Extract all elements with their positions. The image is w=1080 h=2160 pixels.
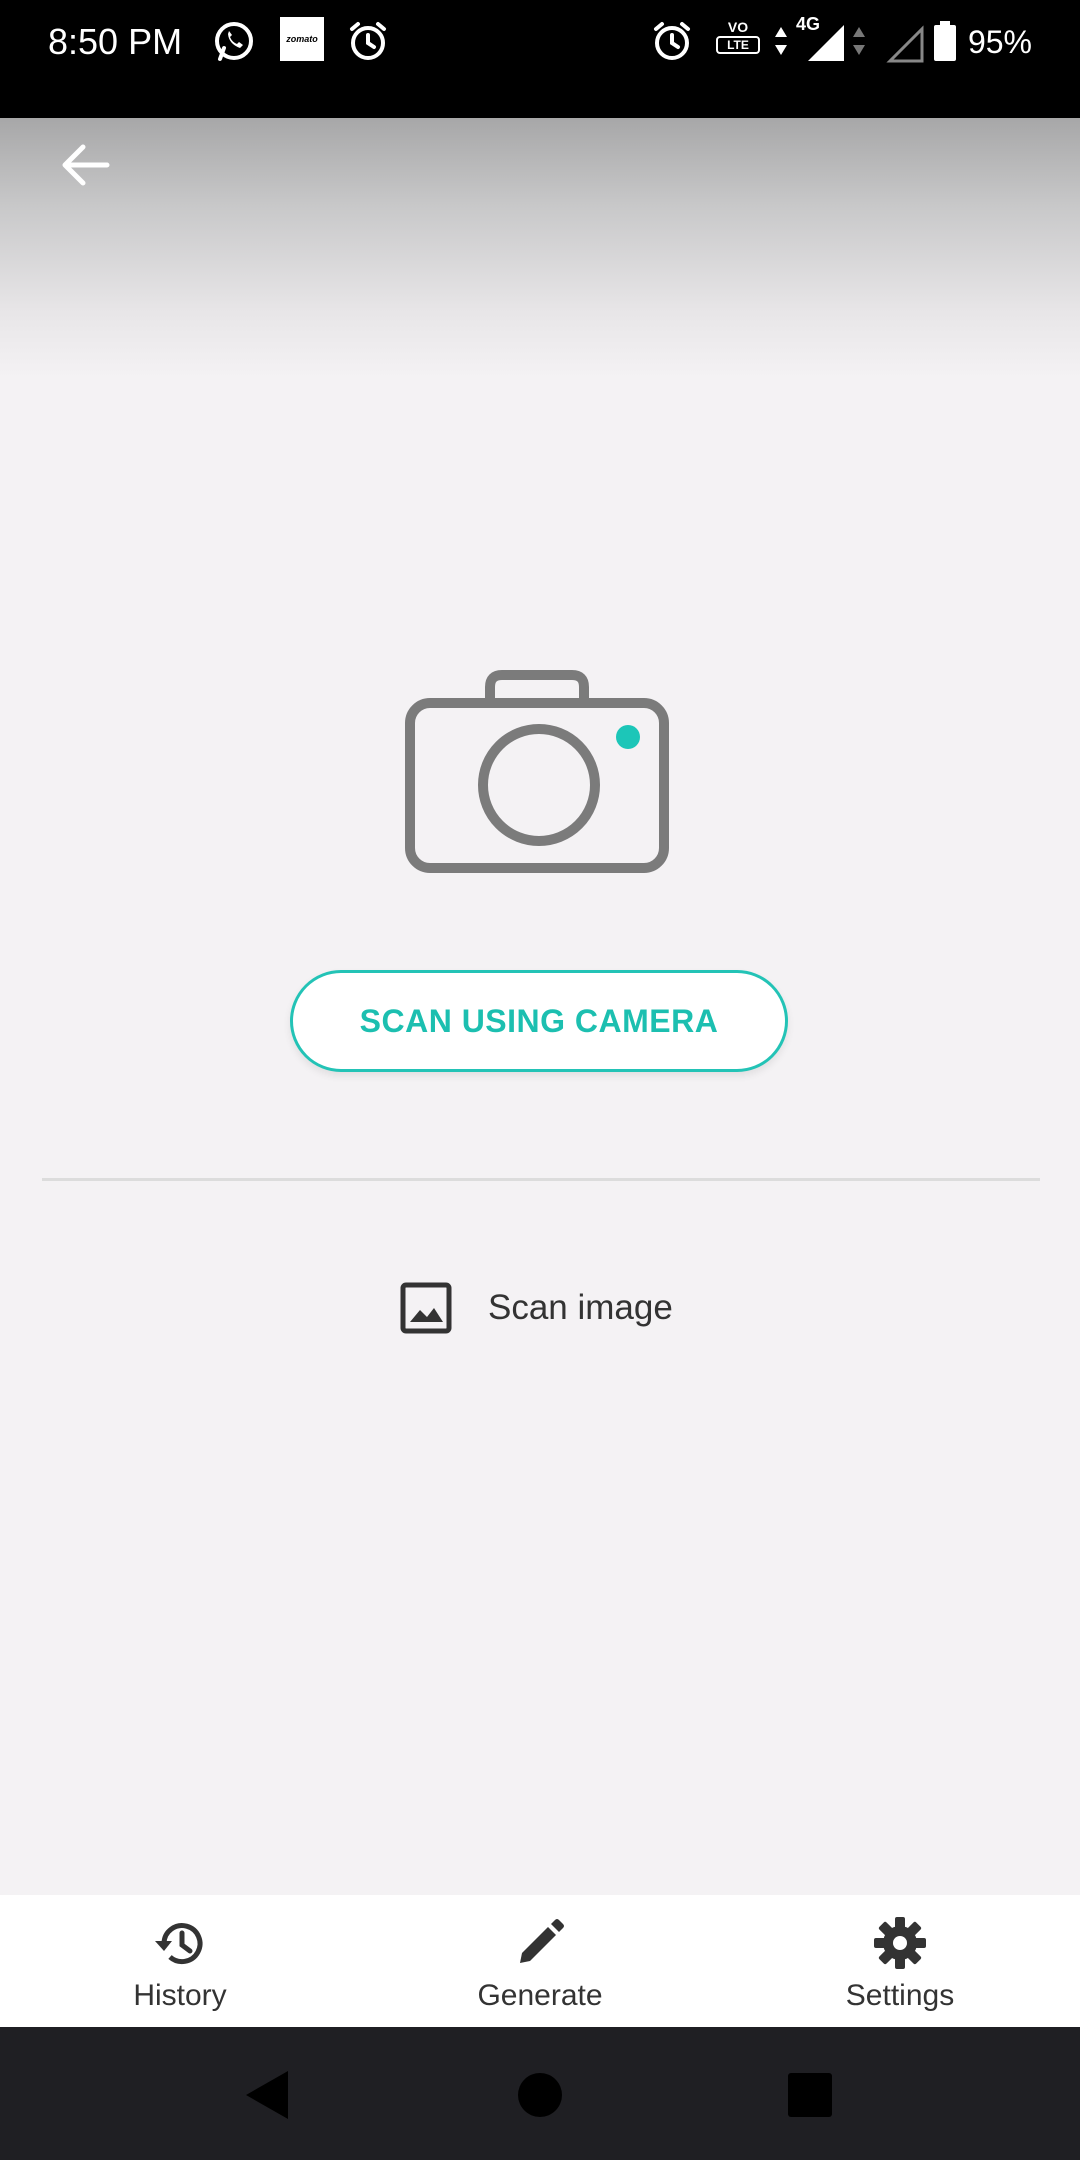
system-navigation-bar [0, 2027, 1080, 2160]
scan-image-label: Scan image [488, 1288, 673, 1327]
divider [42, 1178, 1040, 1181]
nav-label-settings: Settings [845, 1979, 955, 2012]
bottom-navigation: History Generate Settings [0, 1895, 1080, 2027]
nav-label-history: History [133, 1979, 227, 2012]
signal-icon [886, 25, 924, 63]
scan-using-camera-button[interactable]: SCAN USING CAMERA [290, 970, 788, 1072]
data-arrows-icon [775, 27, 787, 55]
status-bar: 8:50 PM zomato VO LTE 4G 95% [0, 0, 1080, 118]
nav-item-history[interactable]: History [0, 1895, 360, 2027]
scan-image-button[interactable]: Scan image [398, 1276, 673, 1340]
home-circle-icon[interactable] [508, 2063, 572, 2127]
camera-preview-gradient [0, 118, 1080, 378]
battery-icon [934, 21, 956, 61]
recents-square-icon[interactable] [778, 2063, 842, 2127]
nav-item-settings[interactable]: Settings [720, 1895, 1080, 2027]
nav-label-generate: Generate [477, 1979, 603, 2012]
data-arrows-icon [853, 27, 865, 55]
zomato-icon: zomato [280, 17, 324, 61]
camera-icon [405, 670, 669, 873]
pencil-icon [520, 1919, 564, 1963]
volte-icon: VO LTE [716, 18, 760, 64]
nav-item-generate[interactable]: Generate [360, 1895, 720, 2027]
battery-percentage: 95% [967, 24, 1032, 60]
signal-icon [808, 25, 844, 61]
status-time: 8:50 PM [48, 21, 183, 62]
back-button[interactable] [50, 130, 120, 200]
alarm-icon [654, 22, 690, 60]
arrow-left-icon [62, 144, 110, 186]
image-icon [400, 1282, 452, 1334]
whatsapp-icon [215, 22, 253, 61]
gear-icon [874, 1917, 926, 1969]
alarm-icon [350, 22, 386, 60]
history-icon [155, 1923, 203, 1965]
back-triangle-icon[interactable] [236, 2063, 300, 2127]
